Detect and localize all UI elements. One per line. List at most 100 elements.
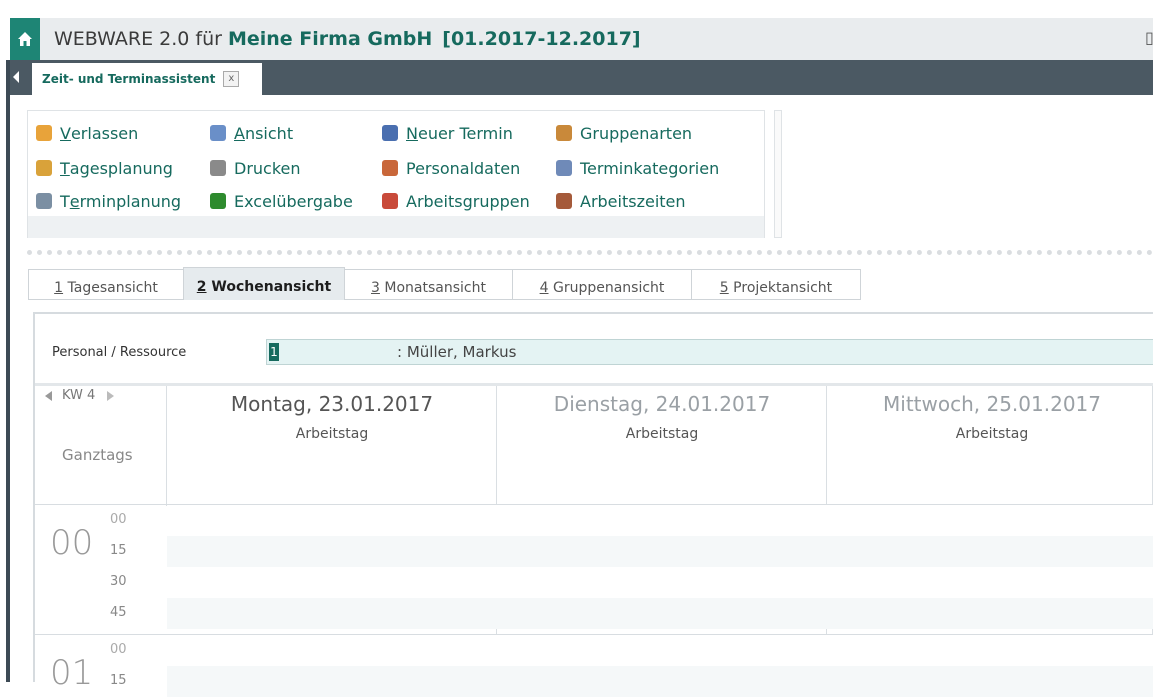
- document-tab-bar: Zeit- und Terminassistent x: [10, 60, 1153, 95]
- resource-name: : Müller, Markus: [397, 343, 517, 361]
- tab-projektansicht[interactable]: 5 Projektansicht: [691, 269, 861, 300]
- tab-label: Monatsansicht: [379, 279, 486, 296]
- day-type: Arbeitstag: [625, 426, 699, 442]
- tab-shortcut: 1: [54, 279, 64, 296]
- section-divider: [27, 250, 1153, 255]
- resource-label: Personal / Ressource: [52, 345, 187, 360]
- menu-item-working-hours[interactable]: Arbeitszeiten: [556, 189, 686, 213]
- time-slot[interactable]: [167, 635, 1153, 666]
- tab-shortcut: 4: [539, 279, 549, 296]
- app-name: WEBWARE 2.0 für: [54, 28, 222, 50]
- print-icon: [210, 160, 226, 176]
- tab-zeit-und-terminassistent[interactable]: Zeit- und Terminassistent x: [32, 63, 262, 95]
- menu-item-calendar[interactable]: Neuer Termin: [382, 121, 513, 145]
- time-slot[interactable]: [167, 536, 1153, 567]
- day-title: Dienstag, 24.01.2017: [553, 392, 771, 416]
- tab-shortcut: 2: [196, 279, 207, 295]
- minute-label: 00: [110, 642, 127, 657]
- menu-item-group-types[interactable]: Gruppenarten: [556, 121, 692, 145]
- menu-item-categories[interactable]: Terminkategorien: [556, 156, 719, 180]
- menu-item-preview[interactable]: Ansicht: [210, 121, 293, 145]
- company-name: Meine Firma GmbH: [227, 28, 433, 50]
- day-type: Arbeitstag: [295, 426, 369, 442]
- group-types-icon: [556, 125, 572, 141]
- preview-icon: [210, 125, 226, 141]
- menu-item-label: Arbeitszeiten: [580, 191, 686, 211]
- menu-item-exit[interactable]: Verlassen: [36, 121, 138, 145]
- persons-icon: [382, 160, 398, 176]
- menu-item-day-planning[interactable]: Tagesplanung: [36, 156, 173, 180]
- categories-icon: [556, 160, 572, 176]
- next-week-icon[interactable]: [107, 390, 115, 401]
- menu-item-label: euer Termin: [417, 123, 513, 143]
- tab-label: Projektansicht: [728, 279, 833, 296]
- minute-label: 15: [110, 673, 127, 688]
- minute-label: 45: [110, 605, 127, 620]
- menu-item-label: A: [234, 123, 245, 143]
- menu-item-label: V: [60, 123, 71, 143]
- menu-item-label: rminplanung: [79, 191, 182, 211]
- tab-label: Gruppenansicht: [548, 279, 665, 296]
- menu-item-label: Excelübergabe: [234, 191, 353, 211]
- tab-wochenansicht[interactable]: 2 Wochenansicht: [183, 267, 345, 300]
- fiscal-period: [01.2017-12.2017]: [442, 28, 641, 50]
- menu-item-persons[interactable]: Personaldaten: [382, 156, 520, 180]
- window-menu-icon[interactable]: ▯: [1145, 28, 1153, 48]
- menu-item-label: T: [60, 158, 70, 178]
- allday-label: Ganztags: [62, 446, 133, 464]
- exit-icon: [36, 125, 52, 141]
- prev-week-icon[interactable]: [45, 390, 52, 401]
- minute-label: 15: [110, 543, 127, 558]
- tab-shortcut: 3: [371, 279, 380, 296]
- title-bar: WEBWARE 2.0 für Meine Firma GmbH [01.2017-…: [10, 18, 1153, 60]
- minute-label: 30: [110, 574, 127, 589]
- tab-shortcut: 5: [719, 279, 729, 296]
- tab-tagesansicht[interactable]: 1 Tagesansicht: [28, 269, 184, 300]
- close-tab-button[interactable]: x: [223, 71, 240, 87]
- working-hours-icon: [556, 193, 572, 209]
- week-label: KW 4: [62, 388, 96, 403]
- menu-item-label: Terminkategorien: [580, 158, 720, 178]
- day-planning-icon: [36, 160, 52, 176]
- day-type: Arbeitstag: [955, 426, 1029, 442]
- menu-item-excel[interactable]: Excelübergabe: [210, 189, 353, 213]
- menu-item-label: e: [69, 191, 80, 211]
- time-slot[interactable]: [167, 567, 1153, 598]
- left-panel-bar: [6, 60, 10, 682]
- menu-item-print[interactable]: Drucken: [210, 156, 301, 180]
- menu-item-label: agesplanung: [69, 158, 173, 178]
- day-title: Mittwoch, 25.01.2017: [883, 392, 1101, 416]
- resource-select[interactable]: 1 : Müller, Markus: [266, 339, 1153, 365]
- menu-item-label: Personaldaten: [406, 158, 521, 178]
- minute-label: 00: [110, 512, 127, 527]
- menu-item-workgroups[interactable]: Arbeitsgruppen: [382, 189, 530, 213]
- menu-item-label: erlassen: [70, 123, 139, 143]
- menu-item-label: T: [60, 191, 70, 211]
- home-button[interactable]: [10, 18, 40, 60]
- hour-label: 00: [50, 523, 94, 563]
- appointment-planning-icon: [36, 193, 52, 209]
- collapse-left-icon[interactable]: [13, 71, 19, 83]
- tab-monatsansicht[interactable]: 3 Monatsansicht: [344, 269, 513, 300]
- tab-label: Zeit- und Terminassistent: [42, 72, 216, 86]
- resource-number: 1: [269, 343, 279, 361]
- tab-label: Tagesansicht: [63, 279, 158, 296]
- menu-item-label: Arbeitsgruppen: [406, 191, 530, 211]
- time-slot[interactable]: [167, 598, 1153, 629]
- menu-item-label: Drucken: [234, 158, 301, 178]
- hour-label: 01: [50, 653, 94, 693]
- excel-icon: [210, 193, 226, 209]
- calendar-icon: [382, 125, 398, 141]
- tab-gruppenansicht[interactable]: 4 Gruppenansicht: [512, 269, 692, 300]
- day-title: Montag, 23.01.2017: [230, 392, 434, 416]
- tab-label: Wochenansicht: [206, 279, 332, 295]
- menu-item-label: Gruppenarten: [580, 123, 693, 143]
- time-slot[interactable]: [167, 505, 1153, 536]
- menu-item-appointment-planning[interactable]: Te rminplanung: [36, 189, 181, 213]
- app-title: WEBWARE 2.0 für Meine Firma GmbH [01.2017-…: [54, 28, 641, 50]
- menu-item-label: N: [406, 123, 418, 143]
- week-navigator: KW 4: [45, 388, 115, 403]
- view-tabs: 1 Tagesansicht 2 Wochenansicht 3 Monatsans…: [28, 267, 861, 301]
- workgroups-icon: [382, 193, 398, 209]
- home-icon: [18, 32, 32, 46]
